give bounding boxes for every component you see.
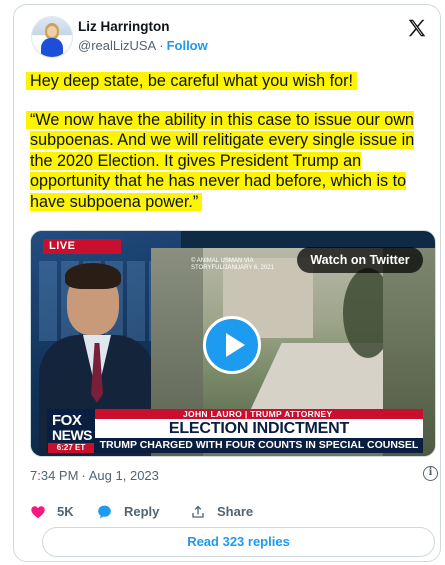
follow-button[interactable]: Follow	[167, 38, 208, 53]
network-logo: FOX NEWS 6:27 ET	[47, 409, 95, 453]
share-icon	[192, 505, 204, 518]
avatar[interactable]	[31, 16, 73, 58]
tweet-time: 7:34 PM	[30, 468, 79, 483]
play-icon	[226, 333, 245, 357]
info-icon[interactable]: i	[423, 466, 438, 481]
watch-on-twitter-button[interactable]: Watch on Twitter	[297, 247, 423, 273]
tweet-text: Hey deep state, be careful what you wish…	[30, 71, 435, 212]
credit-line-1: © ANIMAL USMAN VIA	[191, 258, 254, 264]
author-handle[interactable]: @realLizUSA	[78, 38, 156, 53]
live-badge: LIVE	[43, 239, 121, 254]
like-button[interactable]: 5K	[30, 502, 80, 522]
avatar-face	[47, 26, 57, 37]
author-name[interactable]: Liz Harrington	[78, 19, 170, 34]
author-handle-row: @realLizUSA · Follow	[78, 38, 208, 53]
video-player[interactable]: © ANIMAL USMAN VIA STORYFUL/JANUARY 6, 2…	[30, 230, 436, 457]
tweet-card: Liz Harrington @realLizUSA · Follow Hey de…	[13, 4, 441, 562]
like-count: 5K	[57, 504, 74, 519]
share-label: Share	[217, 504, 254, 519]
reply-button[interactable]: Reply	[96, 502, 176, 522]
heart-icon	[31, 506, 45, 519]
tweet-line-1: Hey deep state, be careful what you wish…	[30, 72, 354, 90]
credit-line-2: STORYFUL/JANUARY 6, 2021	[191, 265, 274, 271]
network-clock: 6:27 ET	[48, 443, 94, 453]
read-replies-button[interactable]: Read 323 replies	[42, 527, 435, 557]
network-logo-line-2: NEWS	[52, 427, 93, 443]
chyron-subline: TRUMP CHARGED WITH FOUR COUNTS IN SPECIA…	[95, 438, 423, 456]
avatar-body	[41, 38, 63, 57]
footage-credit: © ANIMAL USMAN VIA STORYFUL/JANUARY 6, 2…	[191, 258, 274, 272]
tweet-timestamp[interactable]: 7:34 PM · Aug 1, 2023	[30, 468, 159, 483]
handle-separator: ·	[159, 38, 164, 53]
share-button[interactable]: Share	[190, 502, 270, 522]
chyron-name-strip: JOHN LAURO | TRUMP ATTORNEY	[95, 409, 423, 419]
tweet-date: Aug 1, 2023	[88, 468, 159, 483]
reply-label: Reply	[124, 504, 160, 519]
chyron-headline: ELECTION INDICTMENT	[95, 419, 423, 438]
play-button[interactable]	[203, 316, 261, 374]
x-logo-icon[interactable]	[406, 17, 428, 39]
news-chyron: FOX NEWS 6:27 ET JOHN LAURO | TRUMP ATTO…	[31, 409, 435, 456]
reply-bubble-icon	[98, 505, 111, 519]
timestamp-separator: ·	[81, 468, 86, 483]
anchor-hair	[65, 263, 121, 289]
tweet-quote: “We now have the ability in this case to…	[30, 110, 415, 211]
